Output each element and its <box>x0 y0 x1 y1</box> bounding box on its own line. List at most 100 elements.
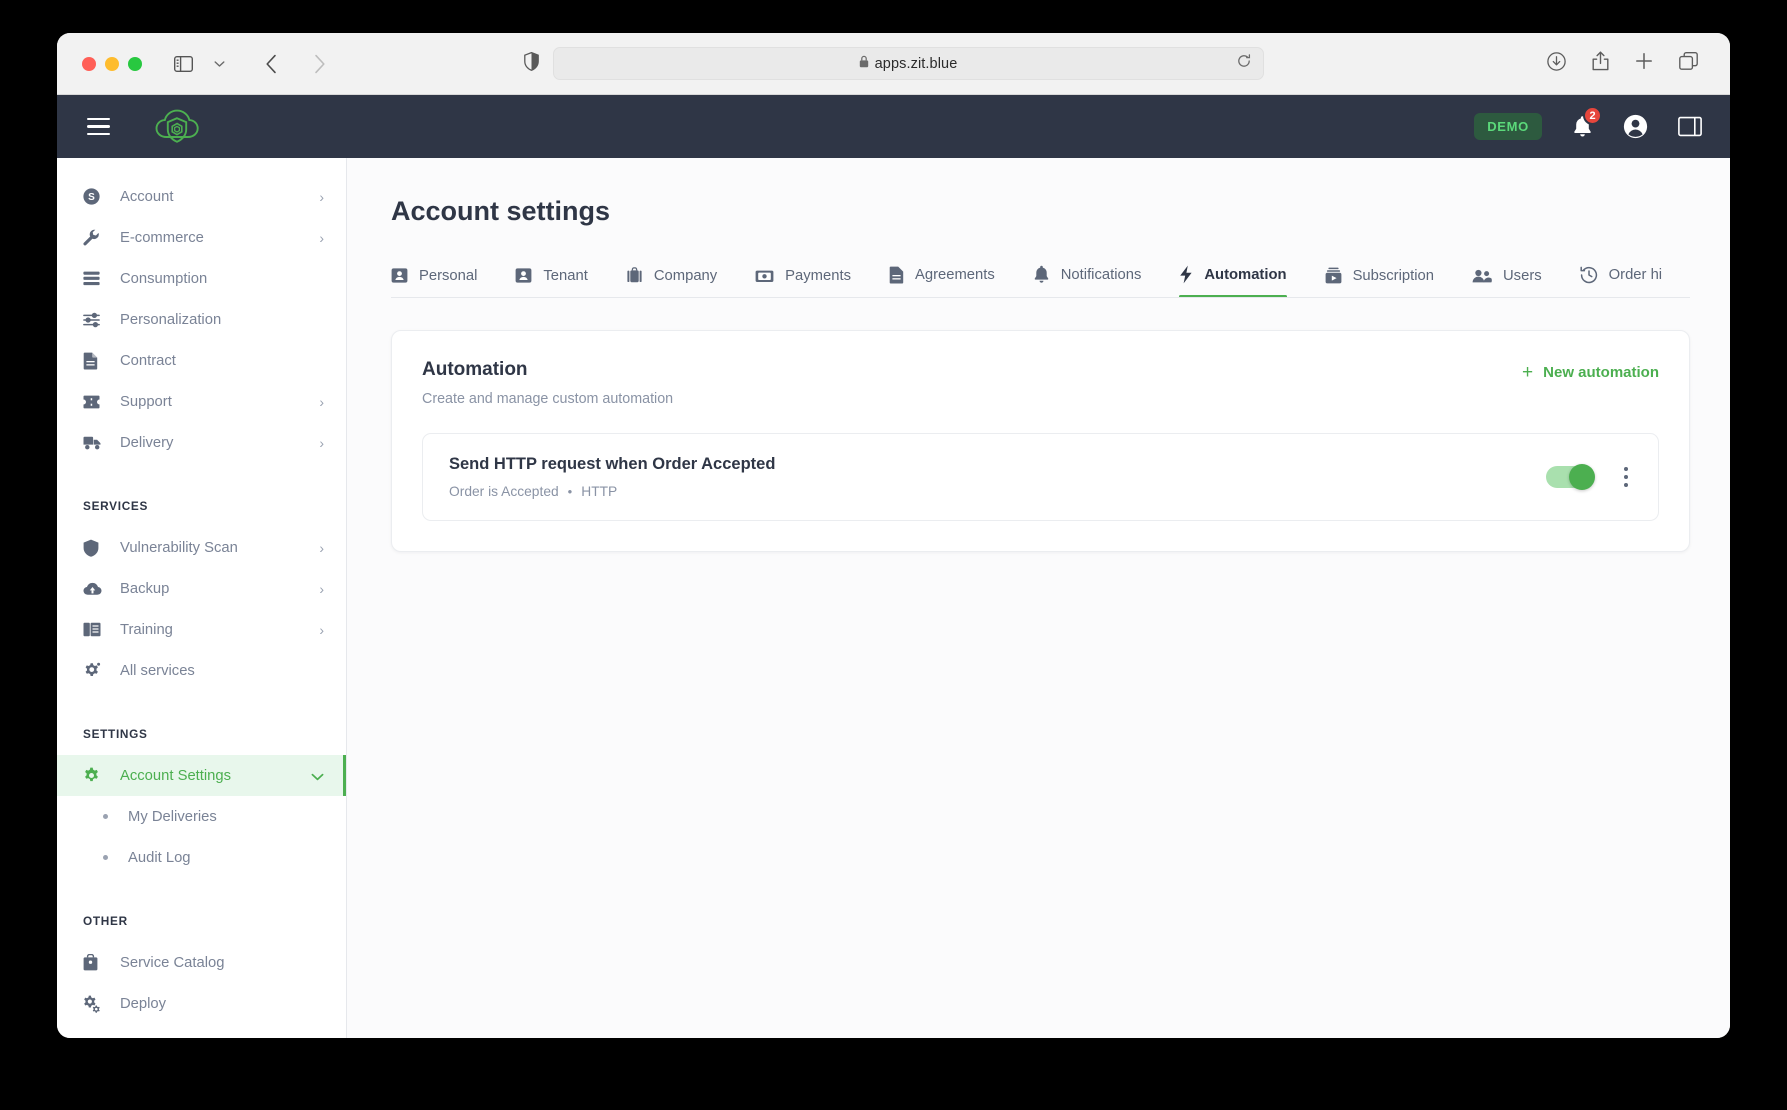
chevron-down-icon <box>311 769 324 783</box>
settings-tabs: Personal Tenant Company Payments Agreeme… <box>391 265 1690 298</box>
automation-list-item[interactable]: Send HTTP request when Order Accepted Or… <box>422 433 1659 521</box>
tab-agreements[interactable]: Agreements <box>889 266 995 297</box>
sliders-icon <box>83 312 105 328</box>
account-circle-icon[interactable] <box>1623 114 1648 139</box>
download-circle-glyph <box>1547 51 1566 71</box>
sidebar-item-label: Consumption <box>120 270 208 287</box>
dollar-circle-glyph: S <box>83 188 100 205</box>
chevron-right-icon: › <box>319 229 324 246</box>
browser-window: apps.zit.blue DEMO 2 S Account › E-comme… <box>57 33 1730 1038</box>
tab-users[interactable]: Users <box>1472 268 1542 297</box>
sidebar-item-contract[interactable]: Contract <box>57 340 346 381</box>
sidebar-subitem-my-deliveries[interactable]: My Deliveries <box>57 796 346 837</box>
address-bar[interactable]: apps.zit.blue <box>552 47 1264 80</box>
automation-item-menu-button[interactable] <box>1618 463 1634 491</box>
id-card-glyph <box>391 268 408 283</box>
sidebar-item-label: E-commerce <box>120 229 204 246</box>
gears-glyph <box>84 995 100 1013</box>
new-tab-icon[interactable] <box>1635 52 1653 75</box>
share-icon[interactable] <box>1592 51 1609 76</box>
tab-payments[interactable]: Payments <box>755 268 851 297</box>
sidebar-item-consumption[interactable]: Consumption <box>57 258 346 299</box>
bullet-icon <box>103 855 108 860</box>
sidebar-item-support[interactable]: Support › <box>57 381 346 422</box>
gear-icon <box>83 767 105 784</box>
demo-badge: DEMO <box>1474 113 1542 140</box>
sidebar-item-ecommerce[interactable]: E-commerce › <box>57 217 346 258</box>
sidebar-item-label: Vulnerability Scan <box>120 539 238 556</box>
sidebar-item-training[interactable]: Training › <box>57 609 346 650</box>
tab-company[interactable]: Company <box>626 267 717 297</box>
tab-tenant[interactable]: Tenant <box>515 267 588 297</box>
plus-glyph <box>1636 53 1652 69</box>
reload-icon[interactable] <box>1237 54 1251 73</box>
sidebar-item-label: All services <box>120 662 195 679</box>
hamburger-menu-icon[interactable] <box>87 117 110 136</box>
tab-overview-icon[interactable] <box>1679 51 1698 76</box>
privacy-shield-icon[interactable] <box>523 51 539 76</box>
briefcase-glyph <box>83 954 98 971</box>
new-automation-button[interactable]: + New automation <box>1522 359 1659 382</box>
downloads-icon[interactable] <box>1547 51 1566 76</box>
card-header: Automation Create and manage custom auto… <box>422 359 1659 407</box>
sidebar-item-all-services[interactable]: All services <box>57 650 346 691</box>
close-window-button[interactable] <box>82 56 96 71</box>
tab-notifications[interactable]: Notifications <box>1033 265 1141 297</box>
tab-personal[interactable]: Personal <box>391 267 477 297</box>
navigation-arrows <box>256 50 334 78</box>
browser-toolbar-right <box>1547 51 1712 76</box>
automation-item-meta: Order is Accepted • HTTP <box>449 484 775 499</box>
sidebar-item-label: Contract <box>120 352 176 369</box>
list-icon <box>83 271 105 286</box>
sidebar-item-delivery[interactable]: Delivery › <box>57 422 346 463</box>
chevron-down-glyph <box>311 773 324 780</box>
cloud-shield-logo[interactable] <box>154 107 200 147</box>
sidebar-item-account-settings[interactable]: Account Settings <box>57 755 346 796</box>
tab-order-history[interactable]: Order hi <box>1580 266 1662 297</box>
history-glyph <box>1580 266 1597 284</box>
gear-glyph <box>85 767 98 782</box>
sidebar-item-personalization[interactable]: Personalization <box>57 299 346 340</box>
automation-trigger: Order is Accepted <box>449 484 559 499</box>
tab-label: Agreements <box>914 267 995 283</box>
back-button[interactable] <box>256 50 286 78</box>
sidebar-dropdown-button[interactable] <box>204 50 234 78</box>
sidebar-controls <box>168 50 234 78</box>
bell-glyph <box>1034 265 1049 283</box>
card-header-text: Automation Create and manage custom auto… <box>422 359 673 407</box>
sidebar-item-backup[interactable]: Backup › <box>57 568 346 609</box>
users-glyph <box>1472 269 1492 283</box>
sidebar-item-label: Account <box>120 188 174 205</box>
sidebar-subitem-label: My Deliveries <box>128 808 217 825</box>
sidebar-item-service-catalog[interactable]: Service Catalog <box>57 942 346 983</box>
truck-icon <box>83 436 105 450</box>
right-panel-icon[interactable] <box>1678 116 1702 137</box>
sidebar-item-vulnerability-scan[interactable]: Vulnerability Scan › <box>57 527 346 568</box>
tab-subscription[interactable]: Subscription <box>1325 267 1434 297</box>
sidebar-item-label: Support <box>120 393 172 410</box>
sidebar-item-label: Deploy <box>120 995 167 1012</box>
tab-automation[interactable]: Automation <box>1179 265 1287 297</box>
briefcase-icon <box>626 267 643 284</box>
notifications-button[interactable]: 2 <box>1572 106 1602 138</box>
automation-enabled-toggle[interactable] <box>1546 464 1595 490</box>
automation-card: Automation Create and manage custom auto… <box>391 330 1690 552</box>
sidebar-toggle-button[interactable] <box>168 50 198 78</box>
tab-label: Personal <box>419 267 478 284</box>
tab-label: Automation <box>1204 266 1287 283</box>
minimize-window-button[interactable] <box>105 56 119 71</box>
tab-label: Company <box>653 267 718 284</box>
gears-icon <box>83 995 105 1013</box>
sidebar-item-account[interactable]: S Account › <box>57 176 346 217</box>
sidebar-subitem-audit-log[interactable]: Audit Log <box>57 837 346 878</box>
forward-button[interactable] <box>304 50 334 78</box>
sidebar-section-other: OTHER <box>83 914 128 928</box>
sidebar-item-deploy[interactable]: Deploy <box>57 983 346 1024</box>
meta-separator: • <box>567 484 573 499</box>
tab-label: Users <box>1503 268 1542 284</box>
sidebar-item-label: Personalization <box>120 311 222 328</box>
maximize-window-button[interactable] <box>128 56 142 71</box>
sidebar-toggle-icon <box>173 55 193 72</box>
dollar-circle-icon: S <box>83 188 105 205</box>
automation-action: HTTP <box>581 484 618 499</box>
